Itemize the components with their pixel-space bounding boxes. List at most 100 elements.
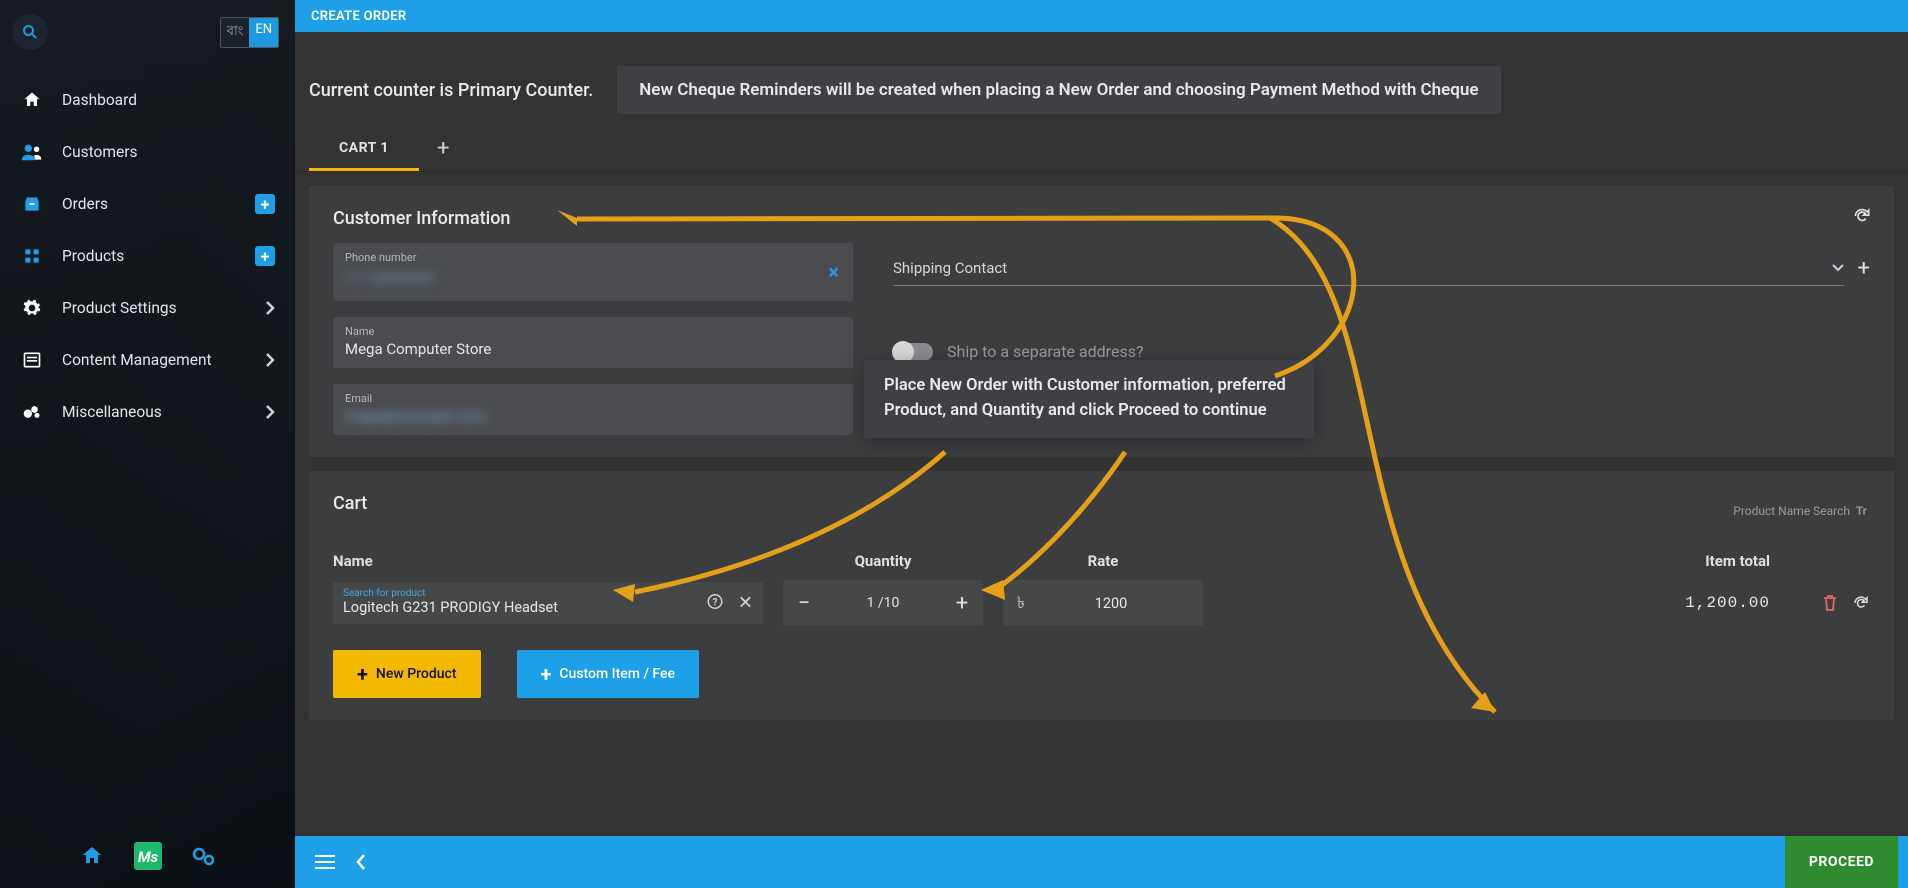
sidebar-item-dashboard[interactable]: Dashboard <box>0 74 295 126</box>
product-search-input[interactable]: Search for product Logitech G231 PRODIGY… <box>333 582 763 624</box>
sidebar-item-orders[interactable]: Orders + <box>0 178 295 230</box>
new-product-button[interactable]: + New Product <box>333 650 481 698</box>
qty-decrease-button[interactable]: − <box>783 591 825 616</box>
field-label: Email <box>345 392 841 405</box>
sidebar-item-label: Products <box>62 247 124 265</box>
rate-input[interactable]: ৳ 1200 <box>1003 580 1203 626</box>
topbar: CREATE ORDER <box>295 0 1908 32</box>
content-icon <box>20 348 44 372</box>
counter-status: Current counter is Primary Counter. <box>309 80 593 101</box>
sidebar-bottom: Ms <box>0 824 295 888</box>
text-icon: Tr <box>1856 504 1870 518</box>
custom-item-button[interactable]: + Custom Item / Fee <box>517 650 699 698</box>
ms-logo-icon[interactable]: Ms <box>134 842 162 870</box>
qty-value: 1 /10 <box>825 595 941 611</box>
col-itotal: Item total <box>1223 552 1770 570</box>
sidebar-item-miscellaneous[interactable]: Miscellaneous <box>0 386 295 438</box>
search-icon <box>21 23 39 41</box>
gear-icon <box>20 296 44 320</box>
settings-shortcut-icon[interactable] <box>190 842 218 870</box>
svg-text:Tr: Tr <box>1856 504 1868 518</box>
tab-add-button[interactable]: + <box>419 136 467 161</box>
sidebar-item-label: Orders <box>62 195 108 213</box>
refresh-button[interactable] <box>1852 206 1872 226</box>
lang-en[interactable]: EN <box>249 18 278 47</box>
col-qty: Quantity <box>783 552 983 570</box>
svg-text:?: ? <box>712 597 717 608</box>
qty-increase-button[interactable]: + <box>941 591 983 616</box>
field-value: ০১৭xxxxxxxx <box>345 264 841 291</box>
orders-icon <box>20 192 44 216</box>
proceed-button[interactable]: PROCEED <box>1785 836 1898 888</box>
panel-title: Customer Information <box>333 208 1870 229</box>
add-shipping-contact-button[interactable]: + <box>1858 256 1870 281</box>
col-rate: Rate <box>1003 552 1203 570</box>
home-shortcut-icon[interactable] <box>78 842 106 870</box>
plus-icon: + <box>541 662 552 686</box>
rate-value: 1200 <box>1033 595 1189 612</box>
cart-panel: Cart Product Name Search Tr Name Quantit… <box>309 471 1894 720</box>
email-field[interactable]: Email mega@example.com <box>333 384 853 435</box>
footer-bar: PROCEED <box>295 836 1908 888</box>
currency-icon: ৳ <box>1017 590 1025 617</box>
tab-cart-1[interactable]: CART 1 <box>309 126 419 171</box>
field-value: mega@example.com <box>345 405 841 425</box>
chevron-right-icon <box>265 352 275 368</box>
svg-text:Ms: Ms <box>137 848 158 866</box>
orders-add-button[interactable]: + <box>255 194 275 214</box>
clear-search-button[interactable]: ✕ <box>738 593 753 614</box>
shipping-contact-select[interactable]: Shipping Contact <box>893 251 1844 286</box>
phone-field[interactable]: Phone number ০১৭xxxxxxxx × <box>333 243 853 301</box>
col-name: Name <box>333 552 763 570</box>
product-name-search-toggle[interactable]: Product Name Search Tr <box>1733 504 1870 518</box>
field-label: Phone number <box>345 251 841 264</box>
lang-bn[interactable]: বাং <box>221 18 250 47</box>
help-icon[interactable]: ? <box>706 593 724 614</box>
sidebar: বাং EN Dashboard Customers Orders + Prod… <box>0 0 295 888</box>
ship-toggle-label: Ship to a separate address? <box>947 342 1144 361</box>
menu-button[interactable] <box>305 848 345 876</box>
cart-tabs: CART 1 + <box>295 114 1908 172</box>
plus-icon: + <box>357 662 368 686</box>
sidebar-nav: Dashboard Customers Orders + Products + … <box>0 60 295 438</box>
sidebar-item-products[interactable]: Products + <box>0 230 295 282</box>
main-area: CREATE ORDER Current counter is Primary … <box>295 0 1908 888</box>
clear-phone-button[interactable]: × <box>828 260 839 284</box>
home-icon <box>20 88 44 112</box>
chevron-right-icon <box>265 404 275 420</box>
products-add-button[interactable]: + <box>255 246 275 266</box>
field-value: Mega Computer Store <box>345 338 841 358</box>
sidebar-item-label: Content Management <box>62 351 212 369</box>
sidebar-item-label: Customers <box>62 143 137 161</box>
sidebar-item-label: Product Settings <box>62 299 177 317</box>
sidebar-item-label: Miscellaneous <box>62 403 162 421</box>
ship-separate-toggle[interactable] <box>893 343 933 361</box>
field-label: Name <box>345 325 841 338</box>
misc-icon <box>20 400 44 424</box>
sidebar-item-product-settings[interactable]: Product Settings <box>0 282 295 334</box>
back-button[interactable] <box>345 847 377 877</box>
search-value: Logitech G231 PRODIGY Headset <box>343 599 753 616</box>
customers-icon <box>20 140 44 164</box>
sidebar-item-content-management[interactable]: Content Management <box>0 334 295 386</box>
item-total: 1,200.00 <box>1223 594 1770 612</box>
panel-title: Cart <box>333 493 367 514</box>
customer-info-panel: Customer Information Phone number ০১৭xxx… <box>309 186 1894 457</box>
delete-row-button[interactable] <box>1822 594 1838 612</box>
language-switch[interactable]: বাং EN <box>220 17 279 48</box>
products-icon <box>20 244 44 268</box>
name-field[interactable]: Name Mega Computer Store <box>333 317 853 368</box>
content: Current counter is Primary Counter. New … <box>295 32 1908 836</box>
sidebar-search-button[interactable] <box>12 14 48 50</box>
sidebar-item-label: Dashboard <box>62 91 137 109</box>
quantity-stepper: − 1 /10 + <box>783 580 983 626</box>
info-banner: New Cheque Reminders will be created whe… <box>617 66 1500 114</box>
search-label: Search for product <box>343 588 753 599</box>
sidebar-item-customers[interactable]: Customers <box>0 126 295 178</box>
chevron-right-icon <box>265 300 275 316</box>
cart-row: Search for product Logitech G231 PRODIGY… <box>333 580 1870 626</box>
annotation-tooltip: Place New Order with Customer informatio… <box>864 360 1314 438</box>
caret-down-icon <box>1832 264 1844 272</box>
refresh-row-button[interactable] <box>1852 594 1870 612</box>
shipping-contact-label: Shipping Contact <box>893 259 1832 277</box>
